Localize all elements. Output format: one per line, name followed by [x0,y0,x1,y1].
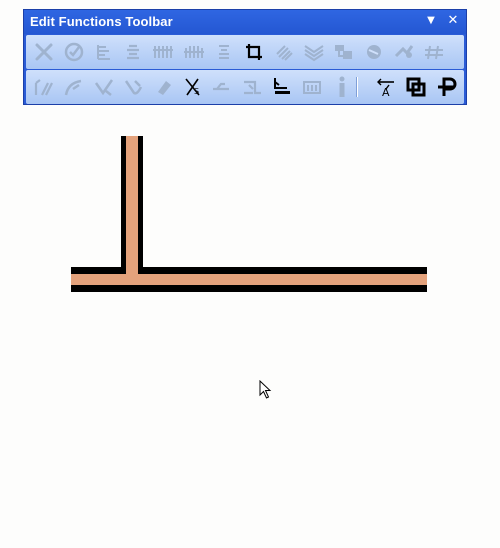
vertical-lines-icon[interactable] [151,39,175,65]
toolbar-row-2: S A [26,70,464,104]
wall-end-icon[interactable] [300,74,324,100]
layers-icon[interactable] [302,39,326,65]
toolbar-row-1 [26,35,464,69]
crop-icon[interactable] [242,39,266,65]
align-left-icon[interactable] [92,39,116,65]
stack-lines-icon[interactable] [212,39,236,65]
wall-junction [126,266,138,285]
copy-icon[interactable] [404,74,428,100]
move-icon[interactable] [392,39,416,65]
toolbar-options-icon[interactable]: ▼ [422,12,440,30]
check-icon[interactable] [62,39,86,65]
pin-icon[interactable] [434,74,458,100]
text-edit-icon[interactable]: A [374,74,398,100]
svg-text:A: A [382,86,390,98]
vertical-wall[interactable] [121,136,143,272]
svg-text:S: S [194,87,199,96]
trim-icon[interactable] [240,74,264,100]
extend-icon[interactable] [210,74,234,100]
offset-icon[interactable] [332,39,356,65]
mouse-pointer-icon [259,379,273,405]
drawing-canvas[interactable] [0,106,500,548]
eraser-icon[interactable] [152,74,176,100]
info-icon[interactable] [330,74,354,100]
edit-functions-toolbar: Edit Functions Toolbar ▼ ✕ S A [23,9,467,105]
wall-drawing [71,136,427,292]
screen: Edit Functions Toolbar ▼ ✕ S A [0,0,500,548]
hash-icon[interactable] [422,39,446,65]
align-center-icon[interactable] [121,39,145,65]
toolbar-title: Edit Functions Toolbar [30,14,173,29]
wall-align-icon[interactable] [270,74,294,100]
rotate-icon[interactable] [362,39,386,65]
curve-icon[interactable] [62,74,86,100]
hatch-icon[interactable] [272,39,296,65]
stretch-icon[interactable]: S [181,74,205,100]
fillet-icon[interactable] [122,74,146,100]
vertical-lines-alt-icon[interactable] [182,39,206,65]
toolbar-separator [356,77,358,97]
horizontal-wall[interactable] [71,267,427,292]
join-icon[interactable] [92,74,116,100]
close-icon[interactable]: ✕ [444,12,462,30]
delete-icon[interactable] [32,39,56,65]
toolbar-title-bar[interactable]: Edit Functions Toolbar ▼ ✕ [24,10,466,34]
split-icon[interactable] [32,74,56,100]
